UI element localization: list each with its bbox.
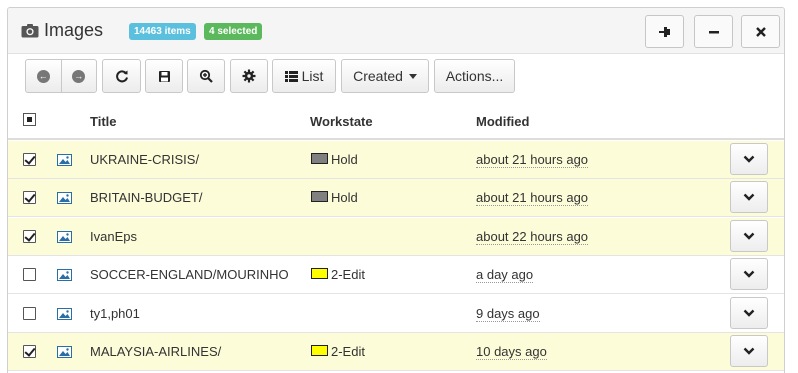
column-header-workstate[interactable]: Workstate (310, 114, 373, 129)
row-workstate: Hold (331, 152, 358, 167)
column-header-modified[interactable]: Modified (476, 114, 529, 129)
row-modified: a day ago (476, 267, 534, 284)
row-title[interactable]: BRITAIN-BUDGET/ (90, 190, 202, 205)
floppy-disk-icon (158, 70, 170, 82)
panel-header: Images 14463 items 4 selected (8, 8, 784, 54)
chevron-down-icon (743, 232, 755, 240)
table-row[interactable]: IvanEps about 22 hours ago (8, 217, 784, 256)
workstate-color-swatch (311, 268, 328, 280)
table-row[interactable]: ty1,ph01 9 days ago (8, 295, 784, 333)
page-title: Images (44, 20, 104, 40)
table-row[interactable]: SOCCER-ENGLAND/MOURINHO 2-Edit a day ago (8, 256, 784, 295)
row-checkbox[interactable] (23, 345, 36, 358)
row-modified: about 21 hours ago (476, 190, 589, 207)
row-checkbox[interactable] (23, 306, 36, 320)
row-title[interactable]: MALAYSIA-AIRLINES/ (90, 344, 221, 359)
row-checkbox[interactable] (23, 191, 36, 205)
row-menu-button[interactable] (730, 258, 768, 291)
selected-count-badge: 4 selected (204, 23, 263, 40)
chevron-down-icon (743, 309, 755, 317)
row-workstate: 2-Edit (331, 267, 365, 283)
save-button[interactable] (145, 59, 183, 93)
zoom-in-icon (199, 69, 213, 83)
sort-created-label: Created (353, 68, 403, 84)
table-row[interactable]: BRITAIN-BUDGET/Hold about 21 hours ago (8, 179, 784, 218)
workstate-color-swatch (311, 153, 328, 164)
row-title[interactable]: IvanEps (90, 229, 137, 244)
workstate-color-swatch (311, 191, 328, 203)
arrow-left-circle-icon: ← (36, 69, 50, 83)
row-checkbox[interactable] (23, 268, 36, 282)
picture-icon (57, 154, 72, 166)
row-title[interactable]: SOCCER-ENGLAND/MOURINHO (90, 267, 289, 282)
row-menu-button[interactable] (730, 181, 768, 214)
row-title[interactable]: ty1,ph01 (90, 306, 140, 321)
close-button[interactable] (741, 15, 780, 48)
refresh-button[interactable] (102, 59, 141, 93)
chevron-down-icon (743, 347, 755, 355)
picture-icon (57, 269, 72, 282)
table-header: Title Workstate Modified (8, 100, 784, 140)
history-nav-group: ← → (25, 59, 97, 93)
list-icon (284, 70, 298, 82)
close-icon (755, 26, 766, 37)
table-row[interactable]: UKRAINE-CRISIS/Hold about 21 hours ago (8, 141, 784, 179)
row-menu-button[interactable] (730, 296, 768, 329)
row-modified: about 22 hours ago (476, 228, 589, 245)
list-view-button[interactable]: List (272, 59, 336, 93)
forward-button[interactable]: → (60, 60, 97, 92)
row-modified: 9 days ago (476, 305, 540, 322)
actions-label: Actions... (445, 68, 504, 84)
chevron-down-icon (743, 194, 755, 202)
row-checkbox[interactable] (23, 153, 36, 166)
picture-icon (57, 346, 72, 358)
actions-button[interactable]: Actions... (434, 59, 515, 93)
select-all-checkbox[interactable] (23, 113, 36, 126)
arrow-right-circle-icon: → (72, 69, 86, 83)
pin-button[interactable] (645, 15, 684, 48)
chevron-down-icon (743, 155, 755, 163)
minimize-button[interactable] (694, 15, 733, 48)
camera-icon (21, 24, 39, 38)
refresh-icon (115, 70, 128, 83)
minimize-icon (708, 30, 719, 33)
row-menu-button[interactable] (730, 143, 768, 175)
row-title[interactable]: UKRAINE-CRISIS/ (90, 152, 199, 167)
gear-icon (242, 69, 256, 83)
row-checkbox[interactable] (23, 229, 36, 243)
picture-icon (57, 192, 72, 205)
row-workstate: 2-Edit (331, 344, 365, 359)
pin-icon (658, 26, 670, 37)
zoom-button[interactable] (187, 59, 225, 93)
caret-down-icon (408, 73, 417, 79)
picture-icon (57, 230, 72, 243)
row-modified: about 21 hours ago (476, 152, 589, 168)
picture-icon (57, 307, 72, 320)
row-modified: 10 days ago (476, 344, 547, 360)
items-count-badge: 14463 items (129, 23, 196, 40)
sort-created-dropdown[interactable]: Created (341, 59, 429, 93)
row-workstate: Hold (331, 190, 358, 206)
row-menu-button[interactable] (730, 219, 768, 252)
table-row[interactable]: MALAYSIA-AIRLINES/2-Edit 10 days ago (8, 333, 784, 371)
images-panel: Images 14463 items 4 selected ← → List C… (7, 7, 785, 373)
settings-button[interactable] (230, 59, 268, 93)
workstate-color-swatch (311, 345, 328, 356)
column-header-title[interactable]: Title (90, 114, 117, 129)
row-menu-button[interactable] (730, 335, 768, 367)
list-view-label: List (301, 68, 324, 84)
chevron-down-icon (743, 270, 755, 278)
back-button[interactable]: ← (26, 60, 61, 92)
